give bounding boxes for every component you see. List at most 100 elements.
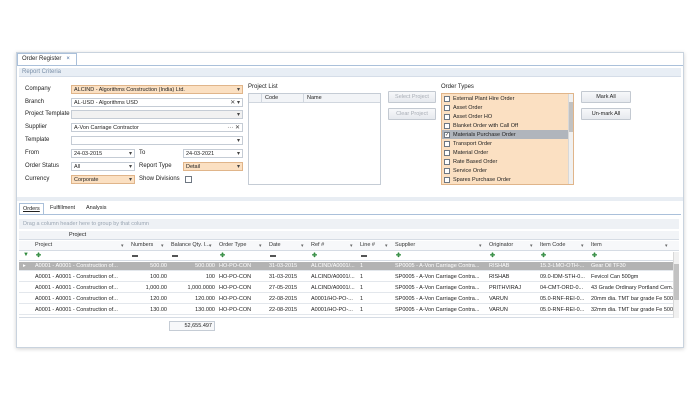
cell-project: A0001 - A0001 - Construction of... [35,274,118,280]
project-list-grid[interactable]: Code Name [248,93,381,185]
show-divisions-checkbox[interactable] [185,176,192,183]
from-date-input[interactable]: 24-03-2015 ▾ [71,149,135,158]
order-type-checkbox[interactable] [444,158,450,165]
order-types-list[interactable]: External Plant Hire Order Asset Order Asse… [441,93,574,185]
supplier-field[interactable]: A-Von Carriage Contractor ··· ✕ [71,123,243,132]
unmark-all-button[interactable]: Un-mark All [581,108,631,120]
order-type-checkbox[interactable] [444,140,450,147]
tab-order-register[interactable]: Order Register × [17,53,77,65]
order-type-checkbox[interactable] [444,149,450,156]
mark-all-button[interactable]: Mark All [581,91,631,103]
order-type-label: Transport Order [453,140,492,147]
order-status-select[interactable]: All ▾ [71,162,135,171]
filter-dropdown-icon[interactable]: ▾ [209,243,212,249]
filter-dropdown-icon[interactable]: ▾ [301,243,304,249]
branch-select[interactable]: AL-USD - Algorithms USD ✕ ▾ [71,98,243,107]
clear-chevron-icon[interactable]: ✕ ▾ [230,99,240,106]
template-select[interactable]: ▾ [71,136,243,145]
cell-ref: ALCIND/A0001/... [311,274,355,280]
filter-dropdown-icon[interactable]: ▾ [479,243,482,249]
table-row[interactable]: A0001 - A0001 - Construction of... 120.00… [19,295,673,304]
order-type-item[interactable]: Asset Order HO [442,112,573,121]
report-type-select[interactable]: Detail ▾ [183,162,243,171]
select-project-button[interactable]: Select Project [388,91,436,103]
close-icon[interactable]: × [66,56,70,62]
filter-contains-icon[interactable]: ✤ [396,252,401,259]
chevron-down-icon[interactable]: ▾ [237,150,240,157]
order-type-item[interactable]: Rate Based Order [442,157,573,166]
clear-project-button[interactable]: Clear Project [388,108,436,120]
order-type-checkbox[interactable] [444,95,450,102]
scrollbar-thumb[interactable] [569,102,573,132]
chevron-down-icon[interactable]: ▾ [129,163,132,170]
order-type-item[interactable]: Blanket Order with Call Off [442,121,573,130]
filter-contains-icon[interactable]: ✤ [592,252,597,259]
order-type-item[interactable]: ✓ Materials Purchase Order [442,130,573,139]
filter-contains-icon[interactable]: ✤ [490,252,495,259]
splitter[interactable] [17,197,683,201]
chevron-down-icon[interactable]: ▾ [237,137,240,144]
cell-date: 22-08-2015 [269,307,298,313]
col-item-header[interactable]: Item [589,241,673,250]
col-project-header[interactable]: Project [33,241,129,250]
filter-equals-icon[interactable] [172,255,178,257]
filter-dropdown-icon[interactable]: ▾ [385,243,388,249]
ellipsis-clear-icon[interactable]: ··· ✕ [227,124,240,131]
group-by-panel[interactable]: Drag a column header here to group by th… [19,219,679,229]
project-template-select[interactable]: ▾ [71,110,243,119]
order-type-checkbox[interactable] [444,113,450,120]
balance-qty-total: 52,655.497 [169,321,215,331]
table-row[interactable]: A0001 - A0001 - Construction of... 100.00… [19,273,673,282]
tab-analysis[interactable]: Analysis [83,203,109,214]
filter-dropdown-icon[interactable]: ▾ [350,243,353,249]
currency-select[interactable]: Corporate ▾ [71,175,135,184]
order-type-checkbox[interactable] [444,176,450,183]
table-row[interactable]: A0001 - A0001 - Construction of... 130.00… [19,306,673,315]
order-type-item[interactable]: Service Order [442,166,573,175]
filter-dropdown-icon[interactable]: ▾ [530,243,533,249]
tab-orders[interactable]: Orders [19,203,44,214]
order-type-checkbox[interactable] [444,122,450,129]
order-type-item[interactable]: External Plant Hire Order [442,94,573,103]
scrollbar[interactable] [568,94,573,184]
col-code[interactable]: Code [265,95,278,101]
cell-line: 1 [360,285,364,291]
band-project[interactable]: Project [69,232,86,238]
filter-dropdown-icon[interactable]: ▾ [665,243,668,249]
filter-equals-icon[interactable] [132,255,138,257]
order-type-item[interactable]: Transport Order [442,139,573,148]
order-type-item[interactable]: Material Order [442,148,573,157]
chevron-down-icon[interactable]: ▾ [237,111,240,118]
order-status-value: All [74,164,81,170]
chevron-down-icon[interactable]: ▾ [129,150,132,157]
cell-originator: VARUN [489,307,508,313]
order-type-item[interactable]: Asset Order [442,103,573,112]
order-type-checkbox[interactable] [444,167,450,174]
order-type-item[interactable]: Spares Purchase Order [442,175,573,184]
order-type-checkbox[interactable]: ✓ [444,131,450,138]
report-criteria-header[interactable]: Report Criteria [19,68,681,77]
filter-dropdown-icon[interactable]: ▾ [259,243,262,249]
company-select[interactable]: ALCIND - Algorithms Construction (India)… [71,85,243,94]
filter-equals-icon[interactable] [361,255,367,257]
filter-dropdown-icon[interactable]: ▾ [121,243,124,249]
filter-contains-icon[interactable]: ✤ [541,252,546,259]
chevron-down-icon[interactable]: ▾ [237,163,240,170]
grid-scrollbar-thumb[interactable] [674,264,679,300]
tab-fulfillment[interactable]: Fulfillment [47,203,78,214]
filter-equals-icon[interactable] [270,255,276,257]
filter-contains-icon[interactable]: ✤ [220,252,225,259]
to-date-input[interactable]: 24-03-2021 ▾ [183,149,243,158]
chevron-down-icon[interactable]: ▾ [129,176,132,183]
filter-contains-icon[interactable]: ✤ [36,252,41,259]
filter-dropdown-icon[interactable]: ▾ [581,243,584,249]
chevron-down-icon[interactable]: ▾ [237,86,240,93]
order-type-checkbox[interactable] [444,104,450,111]
table-row[interactable]: A0001 - A0001 - Construction of... 1,000.… [19,284,673,293]
col-name[interactable]: Name [307,95,322,101]
grid-scrollbar[interactable] [673,252,679,318]
filter-dropdown-icon[interactable]: ▾ [161,243,164,249]
filter-contains-icon[interactable]: ✤ [312,252,317,259]
col-supplier-header[interactable]: Supplier [393,241,487,250]
table-row[interactable]: ▸ A0001 - A0001 - Construction of... 500.0… [19,262,673,271]
